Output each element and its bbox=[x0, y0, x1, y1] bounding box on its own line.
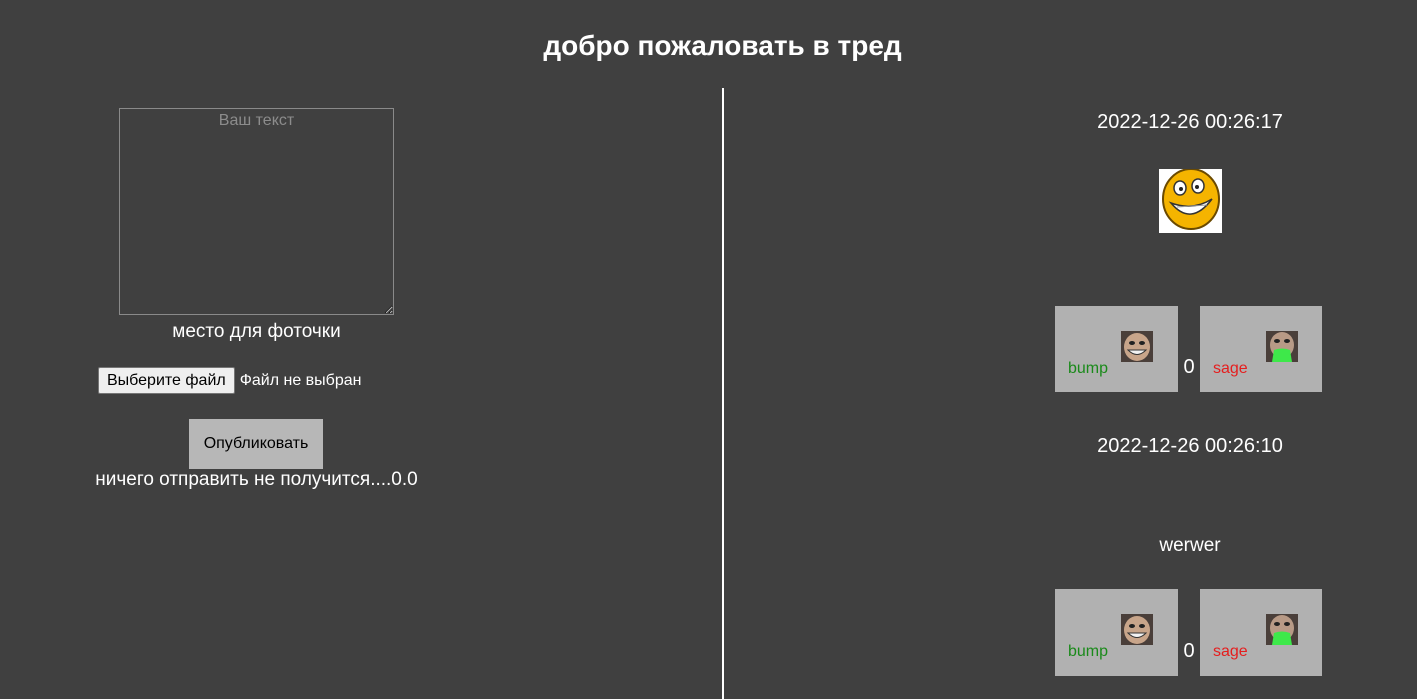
page: добро пожаловать в тред место для фоточк… bbox=[0, 0, 1417, 699]
sage-button[interactable]: sage bbox=[1200, 306, 1322, 392]
column-divider bbox=[722, 88, 724, 699]
post-date: 2022-12-26 00:26:17 bbox=[1097, 111, 1283, 133]
trollface-icon bbox=[1121, 331, 1153, 362]
bump-button[interactable]: bump bbox=[1055, 306, 1178, 392]
vomit-face-icon bbox=[1266, 331, 1298, 362]
photo-label: место для фоточки bbox=[172, 321, 341, 342]
bump-button[interactable]: bump bbox=[1055, 589, 1178, 676]
bump-label: bump bbox=[1068, 360, 1109, 377]
vote-count: 0 bbox=[1183, 640, 1195, 662]
post-date: 2022-12-26 00:26:10 bbox=[1097, 435, 1283, 457]
post-image bbox=[1159, 168, 1222, 233]
bump-label: bump bbox=[1068, 643, 1109, 660]
vote-count: 0 bbox=[1183, 356, 1195, 378]
sage-label: sage bbox=[1213, 360, 1248, 377]
file-picker: Выберите файл Файл не выбран bbox=[98, 367, 361, 394]
error-message: ничего отправить не получится....0.0 bbox=[95, 469, 418, 490]
vomit-face-icon bbox=[1266, 614, 1298, 645]
sage-label: sage bbox=[1213, 643, 1248, 660]
post-text: werwer bbox=[1159, 535, 1221, 556]
trollface-icon bbox=[1121, 614, 1153, 645]
page-title: добро пожаловать в тред bbox=[543, 30, 902, 61]
publish-button[interactable]: Опубликовать bbox=[189, 419, 323, 469]
file-status: Файл не выбран bbox=[239, 371, 362, 389]
choose-file-button[interactable]: Выберите файл bbox=[98, 367, 235, 394]
post-text-input[interactable] bbox=[119, 108, 394, 315]
sage-button[interactable]: sage bbox=[1200, 589, 1322, 676]
smiling-face-icon bbox=[1159, 168, 1222, 233]
